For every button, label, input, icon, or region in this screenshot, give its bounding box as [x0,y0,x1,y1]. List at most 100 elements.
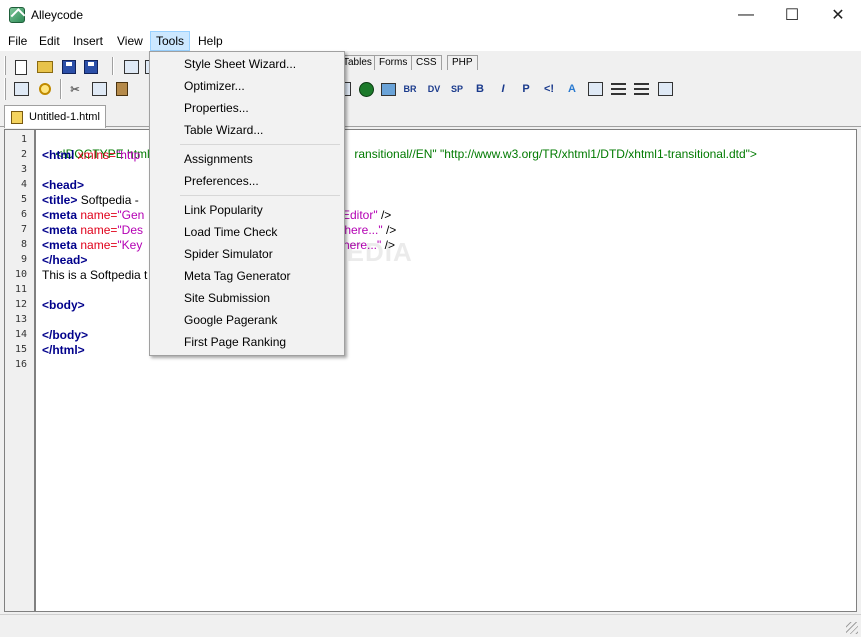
code-tag: <html [42,148,75,162]
document-tab[interactable]: Untitled-1.html [4,105,106,128]
bold-button[interactable]: B [471,80,489,98]
line-number: 3 [20,164,27,175]
search-button[interactable] [36,80,54,98]
copy-icon [91,82,107,96]
document-tab-label: Untitled-1.html [29,111,100,123]
italic-button[interactable]: I [494,80,512,98]
menu-item-spider-simulator[interactable]: Spider Simulator [184,247,273,261]
align-icon [610,83,626,95]
copy-button[interactable] [90,80,108,98]
tab-css[interactable]: CSS [411,55,442,70]
code-tag: <title> [42,193,78,207]
menu-item-preferences[interactable]: Preferences... [184,174,259,188]
menu-item-properties[interactable]: Properties... [184,101,249,115]
line-number: 12 [14,299,27,310]
menu-bar: File Edit Insert View Tools Help [0,30,861,51]
line-number: 11 [14,284,27,295]
new-file-button[interactable] [12,58,30,76]
save-button[interactable] [60,58,78,76]
find-replace-button[interactable] [12,80,30,98]
code-tag: <body> [42,298,85,312]
app-icon [9,7,25,23]
code-text: /> [377,208,392,222]
line-number: 4 [20,179,27,190]
code-line: <meta name="Des [42,223,143,237]
menu-help[interactable]: Help [192,31,229,51]
status-bar [0,614,861,637]
menu-item-style-sheet-wizard[interactable]: Style Sheet Wizard... [184,57,296,71]
code-line: </html> [42,343,85,357]
menu-file[interactable]: File [2,31,33,51]
br-button[interactable]: BR [401,80,419,98]
code-line: </body> [42,328,88,342]
new-file-icon [15,59,27,75]
insert-image-button[interactable] [379,80,397,98]
menu-item-first-page-ranking[interactable]: First Page Ranking [184,335,286,349]
code-text: /> [382,223,397,237]
menu-tools[interactable]: Tools [150,31,191,51]
menu-separator [180,195,340,196]
code-editor[interactable]: 1 2 3 4 5 6 7 8 9 10 11 12 13 14 15 16 <… [4,129,857,612]
maximize-button[interactable]: ☐ [769,0,815,30]
menu-item-assignments[interactable]: Assignments [184,152,253,166]
line-number-gutter: 1 2 3 4 5 6 7 8 9 10 11 12 13 14 15 16 [5,130,36,611]
toolbar-separator [60,79,62,99]
tab-php[interactable]: PHP [447,55,478,70]
open-folder-icon [37,61,53,73]
code-attr: name= [77,238,118,252]
minimize-button[interactable]: — [723,0,769,30]
table-button[interactable] [656,80,674,98]
line-number: 2 [20,149,27,160]
find-replace-icon [13,82,29,96]
toolbar-grip[interactable] [4,78,6,100]
menu-item-optimizer[interactable]: Optimizer... [184,79,245,93]
code-value: "Des [117,223,143,237]
paragraph-button[interactable]: P [517,80,535,98]
close-button[interactable]: ✕ [815,0,861,30]
align-button[interactable] [609,80,627,98]
div-button[interactable]: DV [425,80,443,98]
format-toolbar: ✂ BR DV SP B I P <! A [0,75,861,103]
menu-view[interactable]: View [111,31,149,51]
code-tag: <meta [42,238,78,252]
menu-edit[interactable]: Edit [33,31,66,51]
menu-item-link-popularity[interactable]: Link Popularity [184,203,263,217]
globe-icon [358,81,374,97]
comment-button[interactable]: <! [540,80,558,98]
form-button[interactable] [586,80,604,98]
menu-item-site-submission[interactable]: Site Submission [184,291,270,305]
scissors-icon: ✂ [70,83,80,96]
font-button[interactable]: A [563,80,581,98]
code-text: This is a Softpedia t [42,268,148,282]
menu-item-google-pagerank[interactable]: Google Pagerank [184,313,277,327]
resize-grip[interactable] [846,622,858,634]
preview-button[interactable] [122,58,140,76]
image-icon [380,82,396,96]
open-file-button[interactable] [36,58,54,76]
paste-button[interactable] [113,80,131,98]
code-tag: </html> [42,343,85,357]
menu-item-load-time-check[interactable]: Load Time Check [184,225,277,239]
line-number: 15 [14,344,27,355]
code-line: <head> [42,178,84,192]
span-button[interactable]: SP [448,80,466,98]
code-line-tail: ransitional//EN" "http://www.w3.org/TR/x… [341,133,757,175]
cut-button[interactable]: ✂ [66,80,84,98]
title-bar: Alleycode — ☐ ✕ [0,0,861,30]
menu-item-table-wizard[interactable]: Table Wizard... [184,123,263,137]
code-attr: name= [77,208,118,222]
line-number: 5 [20,194,27,205]
list-button[interactable] [632,80,650,98]
comment-icon: <! [543,83,555,95]
insert-link-button[interactable] [357,80,375,98]
code-tag: </head> [42,253,88,267]
code-line: <title> Softpedia - [42,193,139,207]
tools-menu-dropdown: Style Sheet Wizard... Optimizer... Prope… [149,51,345,356]
menu-item-meta-tag-generator[interactable]: Meta Tag Generator [184,269,291,283]
table-icon [657,82,673,96]
preview-icon [123,60,139,74]
tab-forms[interactable]: Forms [374,55,413,70]
menu-insert[interactable]: Insert [67,31,109,51]
save-all-button[interactable] [82,58,100,76]
code-line-tail: Editor" /> [342,208,391,222]
